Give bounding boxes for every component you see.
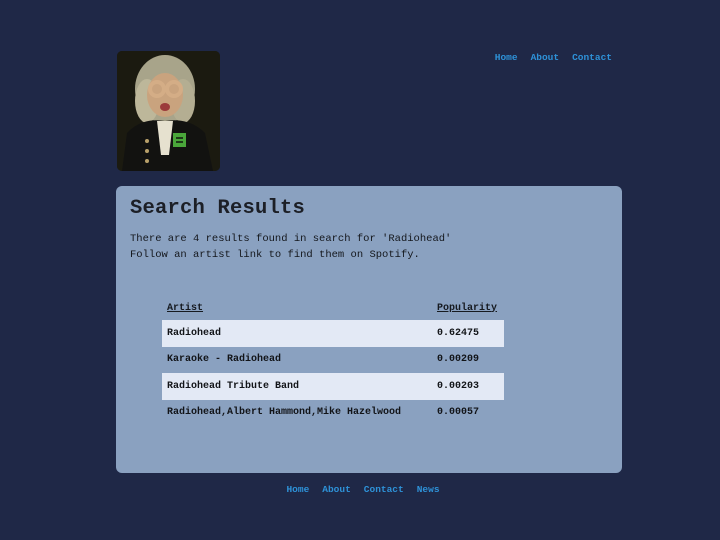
results-table: Artist Popularity Radiohead 0.62475 Kara… <box>162 296 504 426</box>
footer-nav-about-link[interactable]: About <box>322 484 351 495</box>
artist-link[interactable]: Karaoke - Radiohead <box>162 347 432 374</box>
table-row: Radiohead,Albert Hammond,Mike Hazelwood … <box>162 400 504 427</box>
results-hint-text: Follow an artist link to find them on Sp… <box>130 249 420 261</box>
popularity-value: 0.00203 <box>432 373 504 400</box>
artist-link[interactable]: Radiohead,Albert Hammond,Mike Hazelwood <box>162 400 432 427</box>
table-row: Karaoke - Radiohead 0.00209 <box>162 347 504 374</box>
footer-nav: Home About Contact News <box>0 484 720 495</box>
column-header-artist[interactable]: Artist <box>162 296 432 320</box>
table-row: Radiohead Tribute Band 0.00203 <box>162 373 504 400</box>
top-nav-about-link[interactable]: About <box>531 52 560 63</box>
footer-nav-news-link[interactable]: News <box>417 484 440 495</box>
column-header-popularity[interactable]: Popularity <box>432 296 504 320</box>
page: Home About Contact Search Results There … <box>0 0 720 540</box>
search-results-panel: Search Results There are 4 results found… <box>116 186 622 473</box>
table-header-row: Artist Popularity <box>162 296 504 320</box>
artist-link[interactable]: Radiohead <box>162 320 432 347</box>
popularity-value: 0.00209 <box>437 354 480 366</box>
portrait-image <box>117 51 220 171</box>
footer-nav-home-link[interactable]: Home <box>286 484 309 495</box>
popularity-value: 0.62475 <box>432 320 504 347</box>
top-nav: Home About Contact <box>495 52 612 63</box>
results-count-text: There are 4 results found in search for … <box>130 233 452 245</box>
top-nav-home-link[interactable]: Home <box>495 52 518 63</box>
results-summary: There are 4 results found in search for … <box>130 231 451 263</box>
top-nav-contact-link[interactable]: Contact <box>572 52 612 63</box>
popularity-value: 0.00057 <box>437 407 480 419</box>
footer-nav-contact-link[interactable]: Contact <box>364 484 404 495</box>
page-title: Search Results <box>130 197 306 220</box>
bach-portrait-logo[interactable] <box>117 51 220 171</box>
artist-link[interactable]: Radiohead Tribute Band <box>162 373 432 400</box>
table-row: Radiohead 0.62475 <box>162 320 504 347</box>
